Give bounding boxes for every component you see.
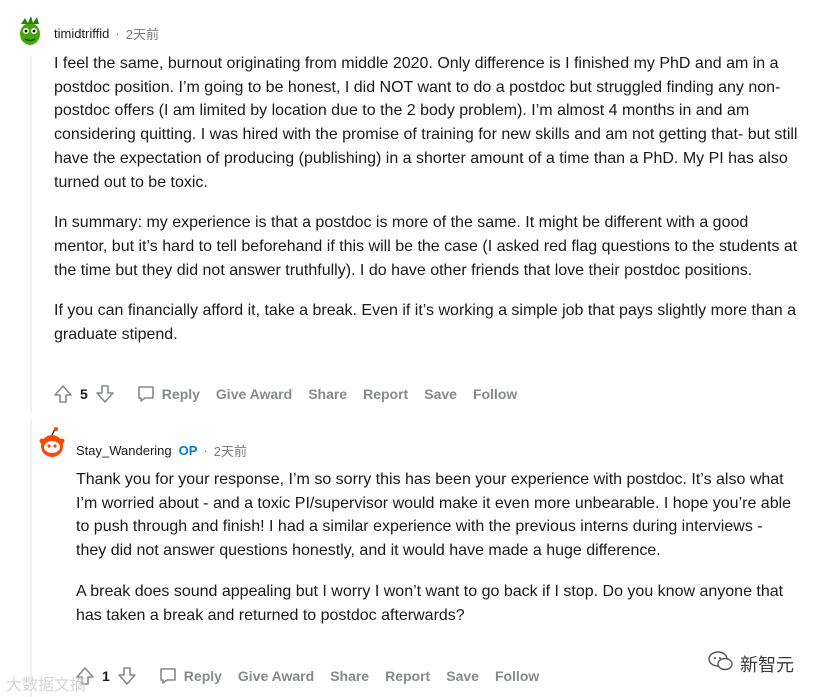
timestamp[interactable]: 2天前 [214, 441, 247, 460]
separator-dot: · [203, 443, 208, 458]
separator-dot: · [115, 26, 120, 41]
report-button[interactable]: Report [363, 386, 408, 402]
follow-button[interactable]: Follow [495, 668, 539, 684]
watermark-text: 新智元 [740, 654, 794, 675]
comment-actions: 5 Reply Give Award Share Report Save Fol… [52, 381, 517, 407]
give-award-label: Give Award [215, 386, 293, 402]
reply-label: Reply [183, 668, 222, 684]
report-label: Report [385, 668, 431, 684]
comment-body: Thank you for your response, I’m so sorr… [76, 468, 796, 644]
vote-score: 5 [80, 386, 88, 402]
share-button[interactable]: Share [330, 668, 369, 684]
comment-paragraph: A break does sound appealing but I worry… [76, 582, 784, 624]
save-label: Save [446, 668, 479, 684]
comment-body: I feel the same, burnout originating fro… [54, 52, 799, 364]
report-label: Report [363, 386, 409, 402]
give-award-button[interactable]: Give Award [216, 386, 292, 402]
downvote-icon[interactable] [116, 665, 138, 687]
share-button[interactable]: Share [308, 386, 347, 402]
follow-label: Follow [472, 386, 518, 402]
comment-bubble-icon [136, 384, 156, 404]
reply-button[interactable]: Reply [158, 666, 222, 686]
share-label: Share [330, 668, 370, 684]
give-award-label: Give Award [237, 668, 315, 684]
downvote-icon[interactable] [94, 383, 116, 405]
comment-actions: 1 Reply Give Award Share Report Save Fol… [74, 663, 539, 689]
author-link[interactable]: Stay_Wandering [76, 443, 172, 458]
comment-bubble-icon [158, 666, 178, 686]
reply-label: Reply [161, 386, 200, 402]
share-label: Share [308, 386, 348, 402]
comment-paragraph: If you can financially afford it, take a… [54, 302, 797, 344]
thread-line[interactable] [30, 56, 32, 412]
avatar[interactable] [12, 12, 48, 48]
watermark-right: 新智元 [708, 650, 794, 677]
save-button[interactable]: Save [446, 668, 479, 684]
comment-header: Stay_Wandering OP · 2天前 [76, 441, 247, 460]
comment-paragraph: I feel the same, burnout originating fro… [54, 55, 798, 191]
save-label: Save [424, 386, 457, 402]
author-link[interactable]: timidtriffid [54, 26, 109, 41]
comment-paragraph: Thank you for your response, I’m so sorr… [76, 471, 792, 560]
comment-paragraph: In summary: my experience is that a post… [54, 214, 798, 279]
upvote-icon[interactable] [52, 383, 74, 405]
watermark-text: 大数据文摘 [6, 677, 87, 694]
report-button[interactable]: Report [385, 668, 430, 684]
vote-score: 1 [102, 668, 110, 684]
watermark-left: 大数据文摘 [6, 671, 86, 695]
reply-button[interactable]: Reply [136, 384, 200, 404]
wechat-icon [708, 650, 734, 677]
save-button[interactable]: Save [424, 386, 457, 402]
follow-label: Follow [494, 668, 540, 684]
give-award-button[interactable]: Give Award [238, 668, 314, 684]
op-badge: OP [178, 443, 198, 458]
follow-button[interactable]: Follow [473, 386, 517, 402]
thread-line[interactable] [30, 420, 32, 697]
timestamp[interactable]: 2天前 [126, 24, 159, 43]
comment-header: timidtriffid · 2天前 [54, 24, 159, 43]
avatar[interactable] [34, 425, 70, 461]
